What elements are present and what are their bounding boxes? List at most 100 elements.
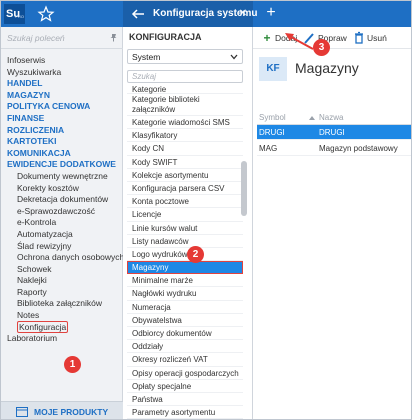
add-button-label: Dodaj xyxy=(275,33,298,43)
logo-sub-text: PRO xyxy=(15,14,24,19)
title-bar: Su PRO Konfiguracja systemu ✕ + xyxy=(1,1,411,27)
sort-up-icon xyxy=(309,116,315,120)
nav-item-label: Automatyzacja xyxy=(17,228,73,239)
config-list-item[interactable]: Odbiorcy dokumentów xyxy=(127,327,243,341)
configuration-heading: KONFIGURACJA xyxy=(129,32,202,42)
cell-symbol: DRUGI xyxy=(259,128,285,137)
nav-item[interactable]: MAGAZYN xyxy=(7,90,121,102)
config-list-item[interactable]: Numeracja xyxy=(127,301,243,314)
config-list-item[interactable]: Minimalne marże xyxy=(127,274,243,288)
app-logo[interactable]: Su PRO xyxy=(4,4,25,24)
nav-item-label: Dokumenty wewnętrzne xyxy=(17,170,108,181)
config-list-item[interactable]: Konfiguracja parsera CSV xyxy=(127,182,243,196)
nav-item[interactable]: KARTOTEKI xyxy=(7,136,121,148)
nav-item[interactable]: Wyszukiwarka xyxy=(7,67,121,79)
nav-item[interactable]: POLITYKA CENOWA xyxy=(7,101,121,113)
toolbar: + Dodaj Popraw Usuń xyxy=(253,27,411,49)
pin-icon[interactable] xyxy=(109,33,118,42)
config-list-item[interactable]: Logo wydruków xyxy=(127,248,243,262)
config-list-item[interactable]: Kategorie biblioteki załączników xyxy=(127,94,243,116)
command-search[interactable]: Szukaj poleceń xyxy=(1,27,123,49)
config-list-item[interactable]: Okresy rozliczeń VAT xyxy=(127,353,243,367)
section-select[interactable]: System xyxy=(127,49,243,64)
nav-item[interactable]: Notes xyxy=(7,310,121,322)
config-list-item[interactable]: Parametry asortymentu xyxy=(127,406,243,419)
nav-item-label: Schowek xyxy=(17,263,52,274)
cell-name: Magazyn podstawowy xyxy=(319,144,398,153)
nav-item-label: Naklejki xyxy=(17,275,47,286)
column-symbol[interactable]: Symbol xyxy=(259,113,286,122)
config-list-item[interactable]: Oddziały xyxy=(127,340,243,354)
nav-item[interactable]: Naklejki xyxy=(7,275,121,287)
nav-item[interactable]: Laboratorium xyxy=(7,333,121,345)
left-navigation: Szukaj poleceń Infoserwis Wyszukiwarka HAN… xyxy=(1,27,125,419)
config-list-item[interactable]: Kategorie wiadomości SMS xyxy=(127,116,243,130)
nav-item[interactable]: Automatyzacja xyxy=(7,229,121,241)
command-search-placeholder: Szukaj poleceń xyxy=(7,33,65,43)
app-window: Su PRO Konfiguracja systemu ✕ + Szukaj p… xyxy=(0,0,412,420)
config-list-item[interactable]: Kolekcje asortymentu xyxy=(127,169,243,182)
nav-item-label: ROZLICZENIA xyxy=(7,124,65,135)
config-search-placeholder: Szukaj xyxy=(132,72,157,81)
nav-item-label: Wyszukiwarka xyxy=(7,66,62,77)
close-icon[interactable]: ✕ xyxy=(237,8,249,20)
nav-item-label: Infoserwis xyxy=(7,55,46,65)
configuration-list: Kategorie Kategorie biblioteki załącznikó… xyxy=(127,85,243,419)
step-marker-2: 2 xyxy=(187,246,204,263)
nav-item[interactable]: e-Kontrola xyxy=(7,217,121,229)
nav-item[interactable]: Schowek xyxy=(7,264,121,276)
nav-item[interactable]: HANDEL xyxy=(7,78,121,90)
config-list-item[interactable]: Licencje xyxy=(127,208,243,222)
grid-header: Symbol Nazwa xyxy=(257,111,411,125)
config-list-item[interactable]: Nagłówki wydruku xyxy=(127,287,243,301)
nav-item[interactable]: Ślad rewizyjny xyxy=(7,241,121,253)
nav-item[interactable]: Biblioteka załączników xyxy=(7,298,121,310)
products-icon xyxy=(16,407,28,417)
nav-item[interactable]: FINANSE xyxy=(7,113,121,125)
config-list-item[interactable]: Linie kursów walut xyxy=(127,222,243,235)
config-list-item[interactable]: Kody CN xyxy=(127,142,243,156)
nav-item[interactable]: Infoserwis xyxy=(7,55,121,67)
configuration-panel: KONFIGURACJA System Szukaj Kategorie Kate… xyxy=(123,27,253,419)
config-list-item[interactable]: Klasyfikatory xyxy=(127,129,243,143)
warehouses-panel: + Dodaj Popraw Usuń KF Magazyny Symbol N… xyxy=(253,27,411,419)
add-tab-icon[interactable]: + xyxy=(263,5,279,21)
column-name[interactable]: Nazwa xyxy=(319,113,343,122)
config-list-item[interactable]: Kody SWIFT xyxy=(127,156,243,169)
step-marker-1: 1 xyxy=(64,356,81,373)
delete-button-label: Usuń xyxy=(367,33,387,43)
nav-item-label: e-Kontrola xyxy=(17,217,57,228)
star-icon[interactable] xyxy=(37,5,55,23)
config-list-item[interactable]: Kategorie xyxy=(127,85,243,94)
config-list-item[interactable]: Listy nadawców xyxy=(127,235,243,248)
nav-item[interactable]: EWIDENCJE DODATKOWE xyxy=(7,159,121,171)
nav-item[interactable]: Dokumenty wewnętrzne xyxy=(7,171,121,183)
nav-item[interactable]: ROZLICZENIA xyxy=(7,125,121,137)
chevron-down-icon xyxy=(230,54,238,60)
config-list-item[interactable]: Magazyny xyxy=(127,261,243,275)
table-row[interactable]: DRUGI DRUGI xyxy=(257,125,411,140)
nav-item-label: Laboratorium xyxy=(7,333,58,344)
config-list-item[interactable]: Konta pocztowe xyxy=(127,195,243,209)
config-list-item[interactable]: Opisy operacji gospodarczych xyxy=(127,367,243,380)
config-list-item[interactable]: Obywatelstwa xyxy=(127,314,243,327)
trash-icon xyxy=(355,31,363,44)
nav-item[interactable]: Ochrona danych osobowych xyxy=(7,252,125,264)
navigation-list: Infoserwis Wyszukiwarka HANDEL MAGAZYN POLIT… xyxy=(7,55,125,345)
table-row[interactable]: MAG Magazyn podstawowy xyxy=(257,141,411,156)
configuration-scrollbar[interactable] xyxy=(241,161,247,216)
config-list-item[interactable]: Opłaty specjalne xyxy=(127,380,243,393)
nav-item-label: Ochrona danych osobowych xyxy=(17,252,125,263)
nav-item[interactable]: KOMUNIKACJA xyxy=(7,148,121,160)
config-list-item[interactable]: Państwa xyxy=(127,393,243,407)
config-search-input[interactable]: Szukaj xyxy=(127,70,243,83)
nav-item[interactable]: Raporty xyxy=(7,287,121,299)
back-arrow-icon[interactable] xyxy=(131,7,145,21)
my-products-label: MOJE PRODUKTY xyxy=(34,407,109,417)
nav-item[interactable]: e-Sprawozdawczość xyxy=(7,206,121,218)
my-products-bar[interactable]: MOJE PRODUKTY xyxy=(1,401,123,419)
nav-item[interactable]: Korekty kosztów xyxy=(7,183,121,195)
plus-icon: + xyxy=(263,31,271,45)
nav-item[interactable]: Konfiguracja xyxy=(7,320,121,334)
nav-item[interactable]: Dekretacja dokumentów xyxy=(7,194,121,206)
